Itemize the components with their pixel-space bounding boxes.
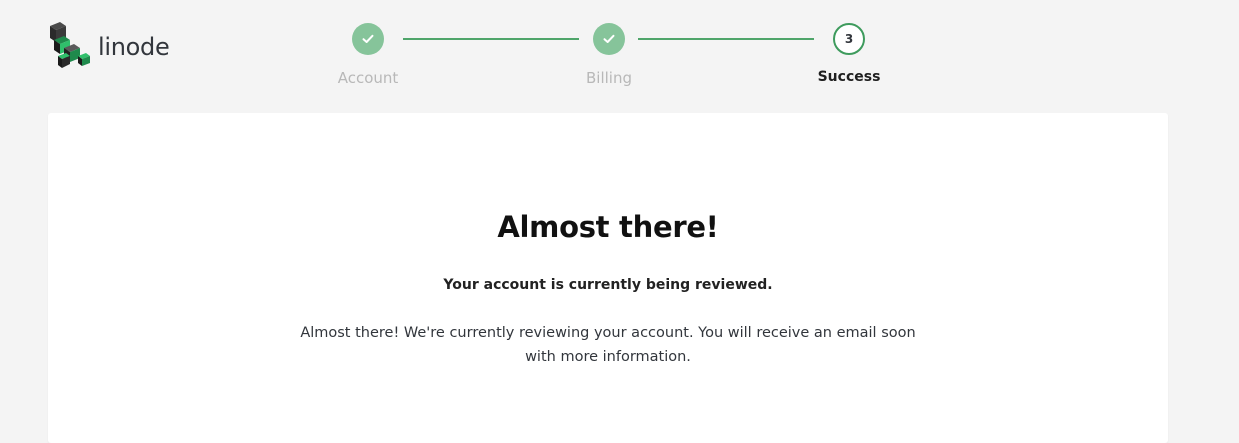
step-done-indicator: [593, 23, 625, 55]
signup-stepper: Account Billing 3 Success: [0, 0, 1239, 100]
step-label: Success: [817, 69, 881, 85]
status-card: Almost there! Your account is currently …: [48, 113, 1168, 443]
status-message: Almost there! We're currently reviewing …: [300, 325, 916, 365]
page-title: Almost there!: [497, 210, 719, 244]
step-success: 3 Success: [789, 23, 909, 85]
status-subtitle: Your account is currently being reviewed…: [443, 277, 773, 293]
step-number-indicator: 3: [833, 23, 865, 55]
step-billing: Billing: [549, 23, 669, 87]
check-icon: [603, 34, 615, 43]
step-account: Account: [308, 23, 428, 87]
step-label: Billing: [586, 69, 632, 87]
step-label: Account: [337, 69, 399, 87]
check-icon: [362, 34, 374, 43]
step-done-indicator: [352, 23, 384, 55]
